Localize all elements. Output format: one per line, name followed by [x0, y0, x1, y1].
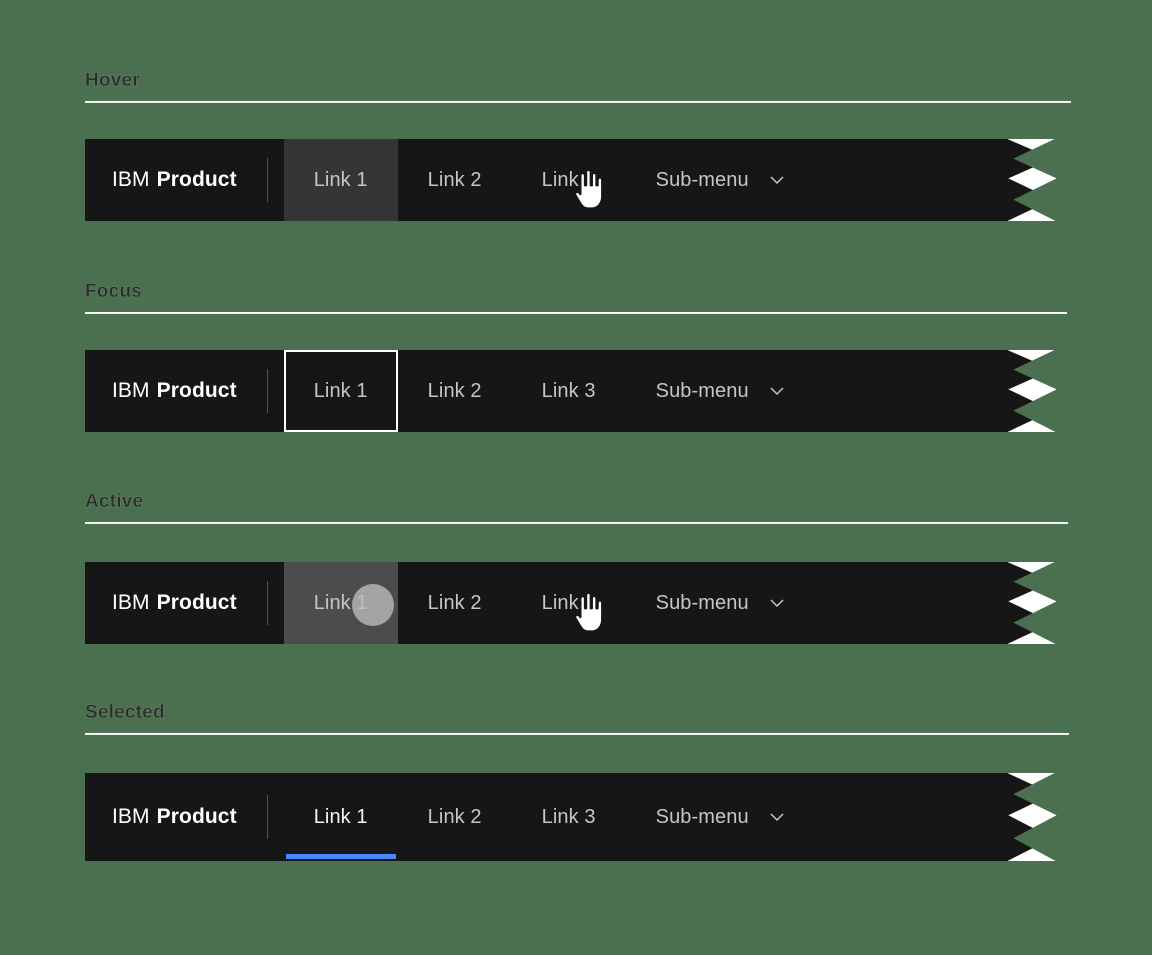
section-selected: Selected [85, 702, 1069, 735]
brand-logo[interactable]: IBM Product [85, 773, 267, 861]
brand-divider [266, 369, 268, 413]
nav-link-3[interactable]: Link 3 [512, 139, 626, 221]
nav-link-2-label: Link 2 [427, 805, 482, 828]
nav-link-2-label: Link 2 [427, 591, 482, 614]
nav-link-2[interactable]: Link 2 [398, 773, 512, 861]
navbar-selected: IBM Product Link 1 Link 2 Link 3 Sub-men… [85, 773, 1093, 861]
nav-link-3-label: Link 3 [541, 805, 596, 828]
section-divider-rule [85, 522, 1068, 524]
nav-submenu-label: Sub-menu [655, 379, 749, 402]
brand-name: Product [156, 805, 237, 828]
chevron-down-icon [767, 593, 787, 613]
nav-submenu-label: Sub-menu [655, 591, 749, 614]
brand-logo[interactable]: IBM Product [85, 562, 267, 644]
navbar-active: IBM Product Link 1 Link 2 Link 3 Sub-men… [85, 562, 1093, 644]
nav-submenu[interactable]: Sub-menu [626, 139, 809, 221]
brand-prefix: IBM [112, 168, 150, 191]
nav-submenu-label: Sub-menu [655, 168, 749, 191]
nav-link-1[interactable]: Link 1 [284, 773, 398, 861]
section-label-selected: Selected [85, 702, 165, 723]
chevron-down-icon [767, 170, 787, 190]
section-focus: Focus [85, 281, 1067, 314]
navbar-surface: IBM Product Link 1 Link 2 Link 3 Sub-men… [85, 139, 1093, 221]
navbar-hover: IBM Product Link 1 Link 2 Link 3 Sub-men… [85, 139, 1093, 221]
nav-links-group: Link 1 Link 2 Link 3 Sub-menu [284, 773, 809, 861]
brand-name: Product [156, 168, 237, 191]
nav-link-1-label: Link 1 [313, 168, 368, 191]
section-divider-rule [85, 312, 1067, 314]
nav-link-2[interactable]: Link 2 [398, 350, 512, 432]
section-label-focus: Focus [85, 281, 142, 302]
brand-divider [266, 158, 268, 202]
chevron-down-icon [767, 807, 787, 827]
brand-logo[interactable]: IBM Product [85, 139, 267, 221]
nav-link-2[interactable]: Link 2 [398, 562, 512, 644]
nav-submenu[interactable]: Sub-menu [626, 350, 809, 432]
navbar-surface: IBM Product Link 1 Link 2 Link 3 Sub-men… [85, 562, 1093, 644]
nav-links-group: Link 1 Link 2 Link 3 Sub-menu [283, 350, 809, 432]
brand-prefix: IBM [112, 591, 150, 614]
brand-logo[interactable]: IBM Product [85, 350, 267, 432]
section-divider-rule [85, 101, 1071, 103]
nav-link-1-label: Link 1 [313, 379, 368, 402]
section-hover: Hover [85, 70, 1071, 103]
brand-divider [266, 581, 268, 625]
nav-link-1-label: Link 1 [313, 805, 368, 828]
navbar-focus: IBM Product Link 1 Link 2 Link 3 Sub-men… [85, 350, 1093, 432]
navbar-content: IBM Product Link 1 Link 2 Link 3 Sub-men… [85, 773, 809, 861]
nav-link-3-label: Link 3 [541, 168, 596, 191]
nav-link-2-label: Link 2 [427, 168, 482, 191]
chevron-down-icon [767, 381, 787, 401]
brand-divider [266, 795, 268, 839]
nav-submenu[interactable]: Sub-menu [626, 773, 809, 861]
nav-link-1[interactable]: Link 1 [283, 139, 603, 221]
nav-link-2-label: Link 2 [427, 379, 482, 402]
nav-submenu-label: Sub-menu [655, 805, 749, 828]
nav-link-2[interactable]: Link 2 [398, 139, 512, 221]
page-canvas: Hover IBM Product Link 1 Link 2 Link 3 S… [0, 0, 1152, 955]
section-divider-rule [85, 733, 1069, 735]
nav-link-3[interactable]: Link 3 [512, 773, 626, 861]
nav-submenu[interactable]: Sub-menu [626, 562, 809, 644]
nav-link-3-label: Link 3 [541, 379, 596, 402]
navbar-content: IBM Product Link 1 Link 2 Link 3 Sub-men… [85, 139, 809, 221]
nav-link-3[interactable]: Link 3 [512, 562, 626, 644]
nav-links-group: Link 1 Link 2 Link 3 Sub-menu [283, 139, 809, 221]
section-label-hover: Hover [85, 70, 140, 91]
nav-link-3-label: Link 3 [541, 591, 596, 614]
section-label-active: Active [85, 491, 144, 512]
section-active: Active [85, 491, 1068, 524]
nav-links-group: Link 1 Link 2 Link 3 Sub-menu [283, 562, 809, 644]
nav-link-1-label: Link 1 [313, 591, 368, 614]
brand-prefix: IBM [112, 805, 150, 828]
nav-link-3[interactable]: Link 3 [512, 350, 626, 432]
brand-name: Product [156, 591, 237, 614]
navbar-surface: IBM Product Link 1 Link 2 Link 3 Sub-men… [85, 773, 1093, 861]
nav-link-1[interactable]: Link 1 [283, 562, 603, 644]
navbar-content: IBM Product Link 1 Link 2 Link 3 Sub-men… [85, 350, 809, 432]
brand-prefix: IBM [112, 379, 150, 402]
nav-link-1[interactable]: Link 1 [283, 350, 398, 432]
brand-name: Product [156, 379, 237, 402]
navbar-content: IBM Product Link 1 Link 2 Link 3 Sub-men… [85, 562, 809, 644]
navbar-surface: IBM Product Link 1 Link 2 Link 3 Sub-men… [85, 350, 1093, 432]
